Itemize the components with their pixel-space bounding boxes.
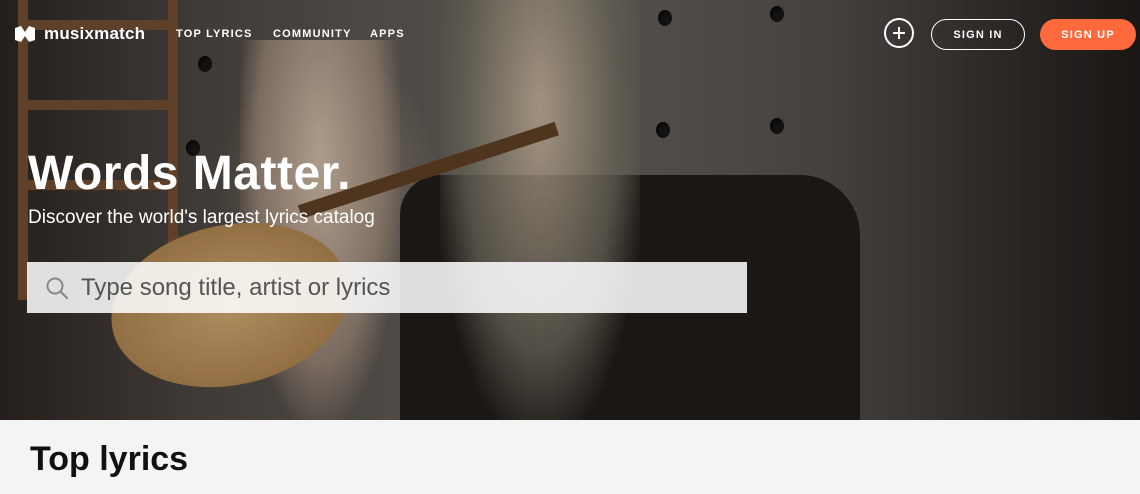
top-lyrics-section: Top lyrics	[0, 420, 1140, 494]
nav-apps[interactable]: APPS	[370, 28, 405, 40]
sign-in-button[interactable]: SIGN IN	[931, 19, 1025, 50]
search-input[interactable]	[81, 273, 701, 302]
hero-banner: musixmatch TOP LYRICS COMMUNITY APPS SIG…	[0, 0, 1140, 420]
nav-top-lyrics[interactable]: TOP LYRICS	[176, 28, 253, 40]
musixmatch-logo-icon	[15, 26, 35, 42]
nav-community[interactable]: COMMUNITY	[273, 28, 352, 40]
section-title: Top lyrics	[30, 440, 189, 478]
top-navigation: musixmatch TOP LYRICS COMMUNITY APPS SIG…	[0, 0, 1140, 68]
brand-logo[interactable]: musixmatch	[14, 24, 145, 44]
add-button[interactable]	[884, 18, 914, 48]
search-icon	[46, 277, 69, 299]
hero-headline: Words Matter.	[28, 147, 351, 200]
search-bar[interactable]	[27, 262, 747, 313]
brand-name: musixmatch	[44, 24, 146, 43]
sign-up-button[interactable]: SIGN UP	[1040, 19, 1136, 50]
hero-subheadline: Discover the world's largest lyrics cata…	[28, 207, 375, 228]
plus-icon	[893, 27, 905, 39]
